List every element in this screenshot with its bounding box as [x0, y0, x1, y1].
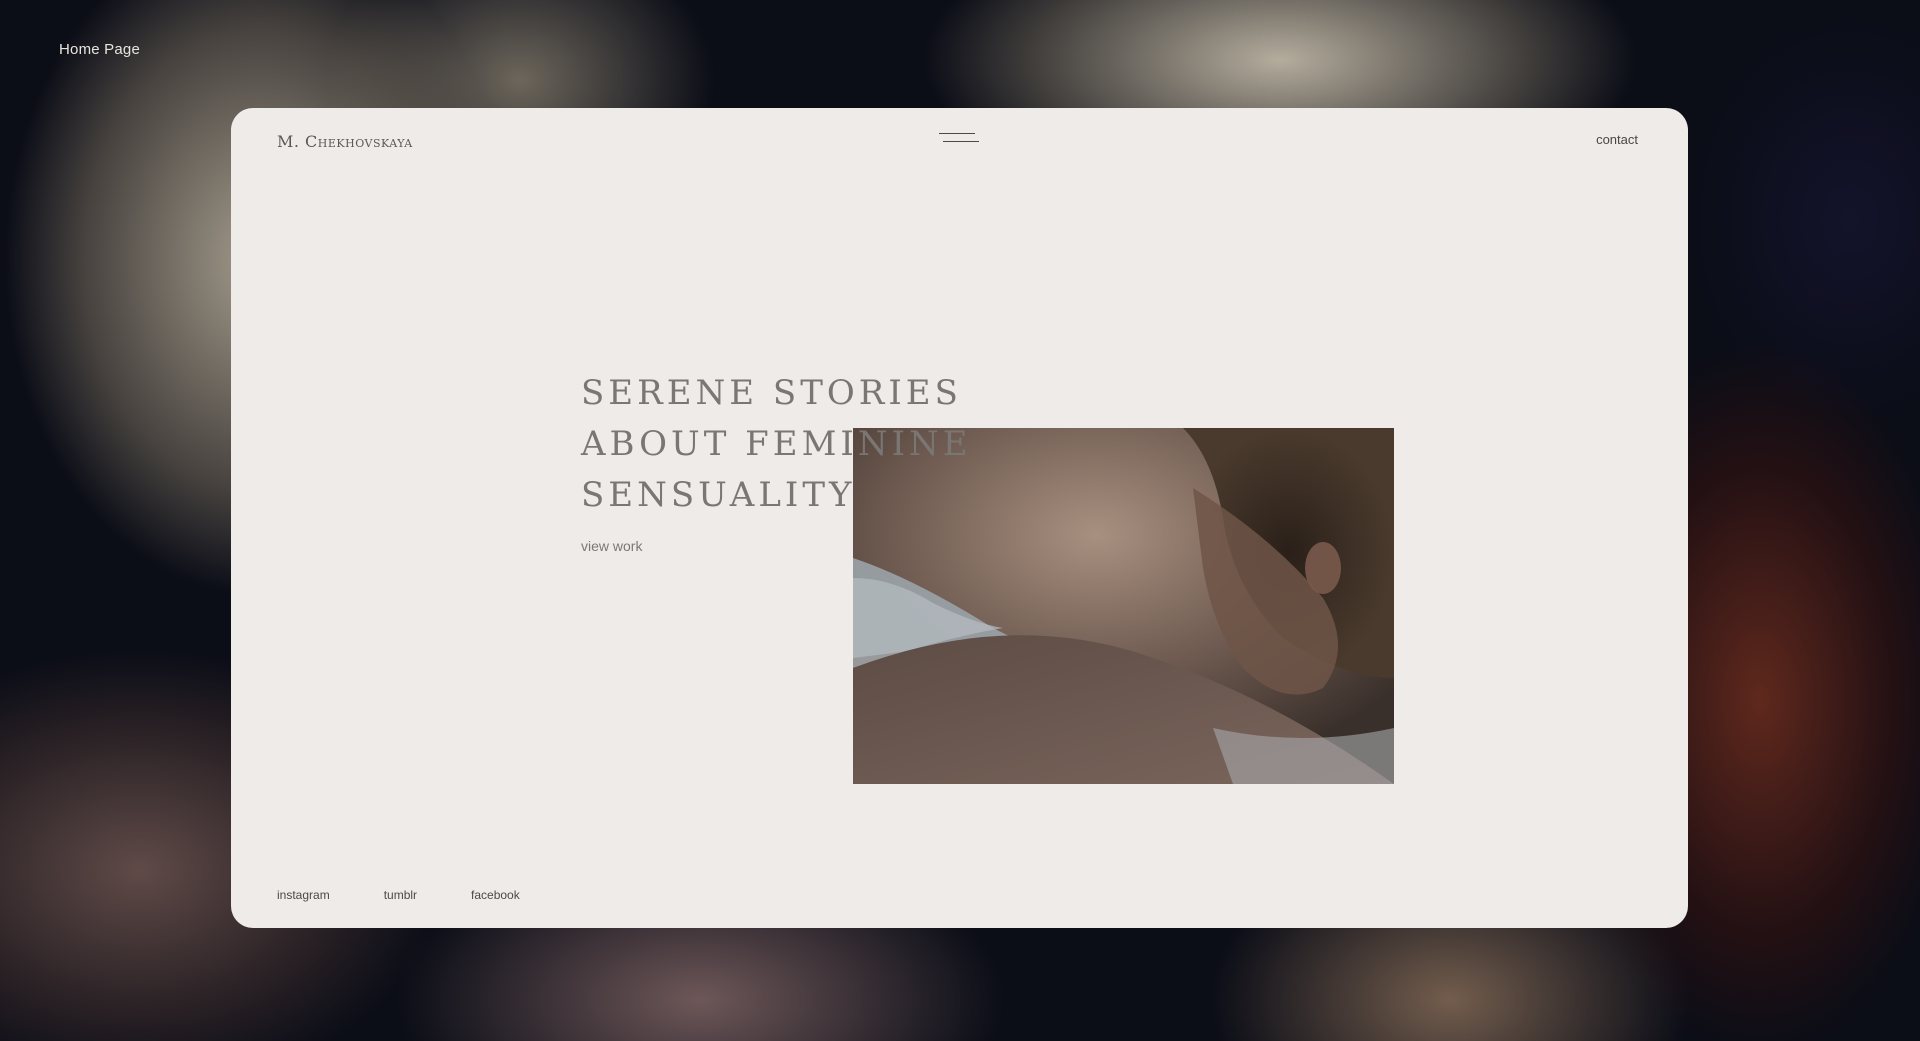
brand-logo[interactable]: M. Chekhovskaya	[277, 132, 413, 151]
tumblr-link[interactable]: tumblr	[384, 888, 417, 902]
social-links: instagram tumblr facebook	[277, 888, 520, 902]
contact-link[interactable]: contact	[1596, 132, 1638, 147]
headline-line: SENSUALITY	[581, 475, 856, 515]
main-card: M. Chekhovskaya contact SERENE STORIES A…	[231, 108, 1688, 928]
instagram-link[interactable]: instagram	[277, 888, 330, 902]
view-work-link[interactable]: view work	[581, 538, 642, 554]
hamburger-menu-icon[interactable]	[939, 130, 983, 150]
menu-line	[939, 133, 975, 134]
facebook-link[interactable]: facebook	[471, 888, 520, 902]
page-label: Home Page	[59, 41, 141, 58]
headline-line: SERENE STORIES	[581, 373, 962, 413]
headline-line: ABOUT FEMININE	[581, 424, 972, 464]
hero-headline: SERENE STORIES ABOUT FEMININE SENSUALITY	[581, 368, 972, 521]
menu-line	[943, 141, 979, 142]
